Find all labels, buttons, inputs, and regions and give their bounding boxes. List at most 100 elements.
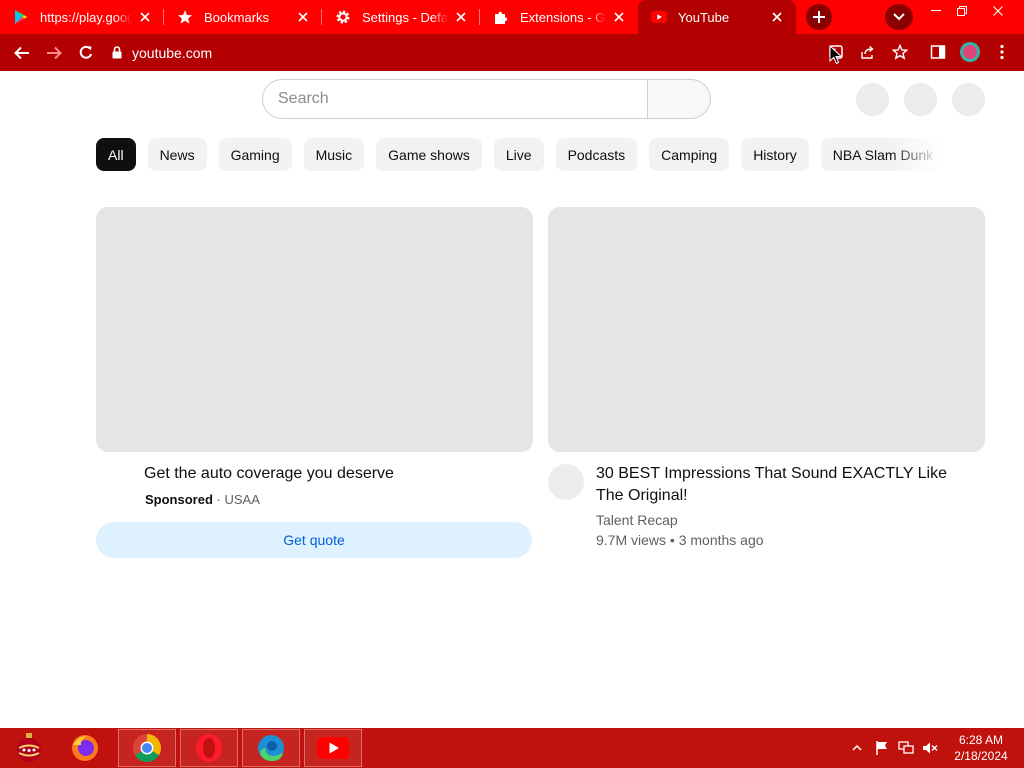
chip-gaming[interactable]: Gaming xyxy=(218,138,292,171)
sponsored-label: Sponsored xyxy=(145,492,213,507)
side-panel-icon xyxy=(930,45,946,59)
close-icon xyxy=(993,6,1003,16)
video-title[interactable]: 30 BEST Impressions That Sound EXACTLY L… xyxy=(596,463,976,507)
filter-chip-bar: All News Gaming Music Game shows Live Po… xyxy=(96,138,941,171)
taskbar-youtube[interactable] xyxy=(304,729,362,767)
chrome-icon xyxy=(133,734,161,762)
channel-name[interactable]: Talent Recap xyxy=(596,512,678,528)
search-button[interactable] xyxy=(647,79,711,119)
start-button[interactable] xyxy=(0,729,58,767)
close-icon[interactable] xyxy=(136,8,154,26)
youtube-icon xyxy=(650,8,668,26)
chevron-down-icon xyxy=(893,13,905,21)
video-thumbnail[interactable] xyxy=(548,207,985,452)
tab-youtube[interactable]: YouTube xyxy=(638,0,796,34)
mouse-cursor-icon xyxy=(829,45,843,65)
chip-all[interactable]: All xyxy=(96,138,136,171)
close-icon[interactable] xyxy=(768,8,786,26)
minimize-icon xyxy=(931,10,941,11)
tab-title: Settings - Default xyxy=(362,9,448,25)
url-text[interactable]: youtube.com xyxy=(132,45,212,61)
chip-history[interactable]: History xyxy=(741,138,809,171)
restore-icon xyxy=(957,6,967,16)
video-card: 30 BEST Impressions That Sound EXACTLY L… xyxy=(548,207,985,548)
lock-icon[interactable] xyxy=(112,46,122,59)
taskbar-opera[interactable] xyxy=(180,729,238,767)
forward-button[interactable] xyxy=(38,38,70,68)
chip-game-shows[interactable]: Game shows xyxy=(376,138,482,171)
taskbar-edge[interactable] xyxy=(242,729,300,767)
network-tray[interactable] xyxy=(896,728,916,768)
ad-thumbnail[interactable] xyxy=(96,207,533,452)
tab-title: Bookmarks xyxy=(204,9,270,25)
reload-icon xyxy=(79,45,93,59)
star-icon xyxy=(176,8,194,26)
back-button[interactable] xyxy=(6,38,38,68)
video-stats: 9.7M views • 3 months ago xyxy=(596,532,764,548)
arrow-right-icon xyxy=(47,46,62,59)
profile-button[interactable] xyxy=(954,37,986,67)
show-hidden-icons-button[interactable] xyxy=(850,728,864,768)
account-avatar-placeholder[interactable] xyxy=(952,83,985,116)
tab-search-button[interactable] xyxy=(885,4,913,30)
search-box[interactable] xyxy=(262,79,648,119)
meta-separator: · xyxy=(212,492,225,507)
chip-podcasts[interactable]: Podcasts xyxy=(555,138,638,171)
tab-title: Extensions - Google Chrome xyxy=(520,9,606,25)
restore-button[interactable] xyxy=(946,0,978,22)
new-tab-button[interactable] xyxy=(806,4,832,30)
chip-nba-slam-dunk[interactable]: NBA Slam Dunk xyxy=(820,138,941,171)
share-button[interactable] xyxy=(852,37,884,67)
notifications-button-placeholder[interactable] xyxy=(904,83,937,116)
ad-meta: Sponsored · USAA xyxy=(145,492,260,507)
close-window-button[interactable] xyxy=(982,0,1014,22)
browser-menu-button[interactable] xyxy=(986,37,1018,67)
ad-card: Get the auto coverage you deserve Sponso… xyxy=(96,207,533,558)
tab-extensions[interactable]: Extensions - Google Chrome xyxy=(480,0,638,34)
address-bar[interactable]: youtube.com xyxy=(112,39,812,66)
youtube-icon xyxy=(317,737,349,759)
google-play-icon xyxy=(12,8,30,26)
chip-camping[interactable]: Camping xyxy=(649,138,730,171)
firefox-icon xyxy=(72,735,98,761)
taskbar: 6:28 AM 2/18/2024 xyxy=(0,728,1024,768)
tab-bookmarks[interactable]: Bookmarks xyxy=(164,0,322,34)
star-outline-icon xyxy=(892,44,908,60)
ornament-icon xyxy=(17,733,41,762)
side-panel-button[interactable] xyxy=(922,37,954,67)
chip-live[interactable]: Live xyxy=(493,138,544,171)
puzzle-icon xyxy=(492,8,510,26)
edge-icon xyxy=(258,735,284,761)
arrow-left-icon xyxy=(14,46,29,59)
close-icon[interactable] xyxy=(610,8,628,26)
create-button-placeholder[interactable] xyxy=(856,83,889,116)
opera-icon xyxy=(196,734,222,762)
get-quote-button[interactable]: Get quote xyxy=(96,522,532,558)
taskbar-chrome[interactable] xyxy=(118,729,176,767)
search-input[interactable] xyxy=(278,90,648,108)
tab-settings[interactable]: Settings - Default xyxy=(322,0,480,34)
close-icon[interactable] xyxy=(452,8,470,26)
bookmark-star-button[interactable] xyxy=(884,37,916,67)
volume-tray[interactable] xyxy=(920,728,940,768)
gear-icon xyxy=(334,8,352,26)
clock-time: 6:28 AM xyxy=(958,733,1004,747)
taskbar-firefox[interactable] xyxy=(56,729,114,767)
volume-muted-icon xyxy=(923,742,938,754)
chip-music[interactable]: Music xyxy=(303,138,365,171)
network-icon xyxy=(898,741,914,754)
chip-news[interactable]: News xyxy=(147,138,207,171)
system-clock[interactable]: 6:28 AM 2/18/2024 xyxy=(946,732,1016,764)
clock-date: 2/18/2024 xyxy=(954,749,1008,763)
plus-icon xyxy=(813,11,825,23)
action-center-flag[interactable] xyxy=(872,728,892,768)
youtube-page: All News Gaming Music Game shows Live Po… xyxy=(0,71,1024,728)
advertiser-name: USAA xyxy=(224,492,260,507)
profile-avatar-icon xyxy=(960,42,980,62)
reload-button[interactable] xyxy=(70,38,102,68)
tab-google-play[interactable]: https://play.google.com xyxy=(0,0,164,34)
channel-avatar[interactable] xyxy=(548,464,584,500)
toolbar-actions xyxy=(820,37,1018,67)
ad-title[interactable]: Get the auto coverage you deserve xyxy=(144,465,394,483)
close-icon[interactable] xyxy=(294,8,312,26)
